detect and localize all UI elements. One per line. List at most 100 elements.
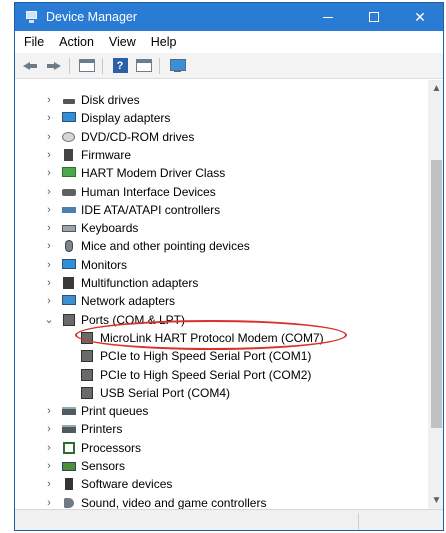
category-item[interactable]: › Monitors	[15, 256, 428, 274]
expand-chevron-icon[interactable]: ›	[43, 237, 55, 255]
expand-chevron-icon[interactable]: ›	[43, 219, 55, 237]
disk-drive-icon	[61, 93, 77, 107]
category-item[interactable]: › Printers	[15, 420, 428, 438]
device-manager-icon	[24, 10, 38, 24]
expand-chevron-icon[interactable]: ›	[43, 439, 55, 457]
tree-item-label: PCIe to High Speed Serial Port (COM2)	[100, 367, 312, 382]
expand-chevron-icon[interactable]: ›	[43, 183, 55, 201]
serial-port-icon	[79, 368, 95, 382]
tree-item-label: Human Interface Devices	[81, 184, 216, 199]
tree-item-label: Mice and other pointing devices	[81, 239, 250, 254]
tree-item-label: Monitors	[81, 257, 128, 272]
software-device-icon	[61, 477, 77, 491]
status-bar	[15, 509, 443, 530]
collapse-chevron-icon[interactable]: ⌄	[43, 311, 55, 329]
category-item[interactable]: › DVD/CD-ROM drives	[15, 128, 428, 146]
expand-chevron-icon[interactable]: ›	[43, 256, 55, 274]
toolbar-separator	[102, 57, 103, 74]
category-item[interactable]: › Disk drives	[15, 91, 428, 109]
menu-action[interactable]: Action	[53, 35, 100, 49]
mouse-icon	[61, 239, 77, 253]
expand-chevron-icon[interactable]: ›	[43, 109, 55, 127]
serial-port-icon	[79, 331, 95, 345]
tree-item-label: Keyboards	[81, 221, 139, 236]
device-item[interactable]: MicroLink HART Protocol Modem (COM7)	[15, 329, 428, 347]
scroll-thumb[interactable]	[431, 160, 442, 428]
minimize-icon	[323, 16, 333, 18]
category-item[interactable]: ⌄ Ports (COM & LPT)	[15, 311, 428, 329]
category-item[interactable]: › Sound, video and game controllers	[15, 494, 428, 509]
tree-item-label: Firmware	[81, 147, 131, 162]
expand-chevron-icon[interactable]: ›	[43, 457, 55, 475]
expand-chevron-icon[interactable]: ›	[43, 420, 55, 438]
back-arrow-icon	[23, 61, 37, 71]
tree-item-label: Sound, video and game controllers	[81, 495, 267, 509]
properties-button[interactable]	[76, 56, 98, 76]
expand-chevron-icon[interactable]: ›	[43, 475, 55, 493]
tree-item-label: MicroLink HART Protocol Modem (COM7)	[100, 330, 324, 345]
device-item[interactable]: PCIe to High Speed Serial Port (COM2)	[15, 366, 428, 384]
expand-chevron-icon[interactable]: ›	[43, 201, 55, 219]
scroll-up-arrow[interactable]: ▲	[428, 80, 443, 97]
vertical-scrollbar[interactable]: ▲ ▼	[428, 80, 443, 509]
category-item[interactable]: › IDE ATA/ATAPI controllers	[15, 201, 428, 219]
monitor-icon	[61, 258, 77, 272]
tree-item-label: HART Modem Driver Class	[81, 166, 226, 181]
sensor-icon	[61, 459, 77, 473]
multifunction-adapter-icon	[61, 276, 77, 290]
processor-icon	[61, 441, 77, 455]
forward-arrow-icon	[47, 61, 61, 71]
device-item[interactable]: USB Serial Port (COM4)	[15, 384, 428, 402]
forward-button[interactable]	[43, 56, 65, 76]
title-bar[interactable]: Device Manager ✕	[15, 3, 443, 31]
expand-chevron-icon[interactable]: ›	[43, 128, 55, 146]
scroll-down-arrow[interactable]: ▼	[428, 492, 443, 509]
category-item[interactable]: › Human Interface Devices	[15, 183, 428, 201]
expand-chevron-icon[interactable]: ›	[43, 164, 55, 182]
menu-help[interactable]: Help	[145, 35, 183, 49]
port-icon	[61, 313, 77, 327]
category-item[interactable]: › HART Modem Driver Class	[15, 164, 428, 182]
category-item[interactable]: › Mice and other pointing devices	[15, 237, 428, 255]
tree-item-label: Ports (COM & LPT)	[81, 312, 186, 327]
toolbar: ?	[15, 53, 443, 79]
expand-chevron-icon[interactable]: ›	[43, 292, 55, 310]
category-item[interactable]: › Software devices	[15, 475, 428, 493]
menu-file[interactable]: File	[18, 35, 50, 49]
category-item[interactable]: › Print queues	[15, 402, 428, 420]
display-adapter-icon	[61, 111, 77, 125]
scan-hardware-button[interactable]	[166, 56, 188, 76]
expand-chevron-icon[interactable]: ›	[43, 402, 55, 420]
back-button[interactable]	[19, 56, 41, 76]
help-button[interactable]: ?	[109, 56, 131, 76]
category-item[interactable]: › Firmware	[15, 146, 428, 164]
category-item[interactable]: › Multifunction adapters	[15, 274, 428, 292]
show-hidden-button[interactable]	[133, 56, 155, 76]
hart-modem-icon	[61, 166, 77, 180]
category-item[interactable]: › Sensors	[15, 457, 428, 475]
help-icon: ?	[112, 58, 128, 73]
menu-bar: File Action View Help	[15, 31, 443, 53]
expand-chevron-icon[interactable]: ›	[43, 494, 55, 509]
window-controls: ✕	[305, 3, 443, 31]
category-item[interactable]: › Processors	[15, 439, 428, 457]
expand-chevron-icon[interactable]: ›	[43, 146, 55, 164]
tree-item-label: Multifunction adapters	[81, 276, 199, 290]
tree-item-label: PCIe to High Speed Serial Port (COM1)	[100, 349, 312, 364]
print-queue-icon	[61, 404, 77, 418]
tree-item-label: Software devices	[81, 477, 173, 492]
device-tree[interactable]: › Disk drives › Display adapters › DVD/CD-ROM…	[15, 80, 428, 509]
category-item[interactable]: › Network adapters	[15, 292, 428, 310]
category-item[interactable]: › Keyboards	[15, 219, 428, 237]
minimize-button[interactable]	[305, 3, 351, 31]
menu-view[interactable]: View	[103, 35, 142, 49]
maximize-button[interactable]	[351, 3, 397, 31]
tree-item-label: Print queues	[81, 404, 149, 419]
view-icon	[136, 59, 152, 72]
close-button[interactable]: ✕	[397, 3, 443, 31]
category-item[interactable]: › Display adapters	[15, 109, 428, 127]
device-item[interactable]: PCIe to High Speed Serial Port (COM1)	[15, 347, 428, 365]
expand-chevron-icon[interactable]: ›	[43, 274, 55, 292]
expand-chevron-icon[interactable]: ›	[43, 91, 55, 109]
tree-item-label: Display adapters	[81, 111, 171, 126]
